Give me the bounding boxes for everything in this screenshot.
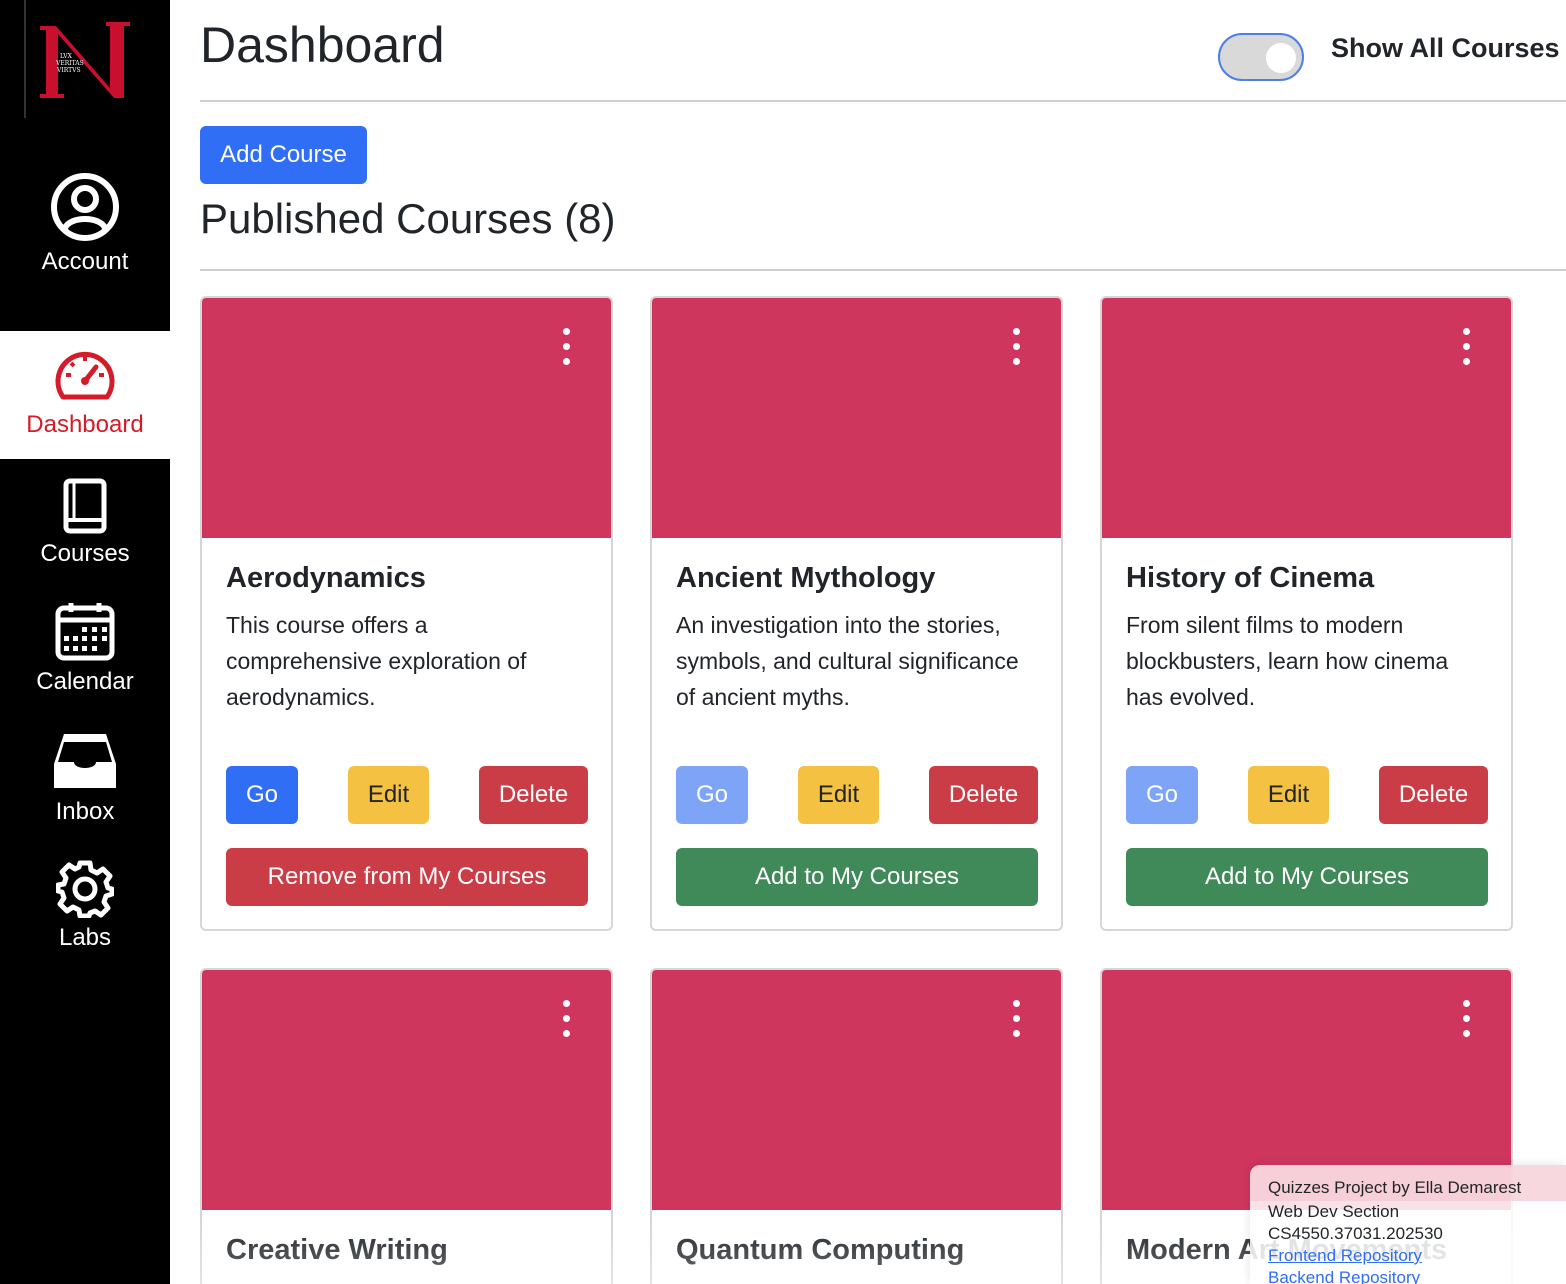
account-circle-icon <box>51 173 119 241</box>
sidebar-item-account[interactable]: Account <box>0 172 170 300</box>
add-course-button[interactable]: Add Course <box>200 126 367 184</box>
course-card: Aerodynamics This course offers a compre… <box>200 296 613 931</box>
edit-button[interactable]: Edit <box>348 766 429 824</box>
delete-button[interactable]: Delete <box>1379 766 1488 824</box>
course-description: This course offers a comprehensive explo… <box>226 612 527 710</box>
delete-button[interactable]: Delete <box>479 766 588 824</box>
header-divider <box>200 100 1566 102</box>
course-title[interactable]: Creative Writing <box>226 1234 587 1267</box>
more-options-icon[interactable] <box>561 1000 571 1038</box>
course-description: An investigation into the stories, symbo… <box>676 612 1019 710</box>
sidebar-item-label: Courses <box>40 540 130 567</box>
delete-button[interactable]: Delete <box>929 766 1038 824</box>
add-to-my-courses-button[interactable]: Add to My Courses <box>676 848 1038 906</box>
course-title[interactable]: Quantum Computing <box>676 1234 1037 1267</box>
course-card: Creative Writing <box>200 968 613 1284</box>
calendar-icon <box>55 603 115 661</box>
gear-icon <box>56 860 114 918</box>
toggle-knob <box>1266 43 1296 73</box>
sidebar-item-calendar[interactable]: Calendar <box>0 602 170 702</box>
more-options-icon[interactable] <box>1011 1000 1021 1038</box>
go-button[interactable]: Go <box>1126 766 1198 824</box>
course-card: History of Cinema From silent films to m… <box>1100 296 1513 931</box>
frontend-repo-link[interactable]: Frontend Repository <box>1268 1245 1548 1267</box>
remove-from-my-courses-button[interactable]: Remove from My Courses <box>226 848 588 906</box>
sidebar-item-label: Calendar <box>36 668 134 695</box>
sidebar-item-dashboard[interactable]: Dashboard <box>0 331 170 459</box>
page-title: Dashboard <box>200 17 445 73</box>
sidebar-item-labs[interactable]: Labs <box>0 860 170 960</box>
published-courses-heading: Published Courses (8) <box>200 195 616 242</box>
svg-text:VERITAS: VERITAS <box>55 60 84 67</box>
sidebar-nav: LVX VERITAS VIRTVS Account Dashboard Cou… <box>0 0 170 1284</box>
edit-button[interactable]: Edit <box>1248 766 1329 824</box>
sidebar-item-inbox[interactable]: Inbox <box>0 730 170 830</box>
project-credit: Quizzes Project by Ella Demarest <box>1268 1178 1522 1197</box>
project-info-header: Quizzes Project by Ella Demarest <box>1250 1165 1566 1201</box>
more-options-icon[interactable] <box>1011 328 1021 366</box>
add-to-my-courses-button[interactable]: Add to My Courses <box>1126 848 1488 906</box>
course-card: Quantum Computing <box>650 968 1063 1284</box>
course-banner[interactable] <box>652 298 1061 538</box>
go-button[interactable]: Go <box>676 766 748 824</box>
course-banner[interactable] <box>202 298 611 538</box>
speedometer-icon <box>55 351 115 400</box>
course-title[interactable]: Ancient Mythology <box>676 562 1037 595</box>
project-info-panel: Quizzes Project by Ella Demarest Web Dev… <box>1250 1165 1566 1284</box>
sidebar-item-label: Inbox <box>55 798 115 825</box>
inbox-icon <box>54 734 116 788</box>
sidebar-item-courses[interactable]: Courses <box>0 478 170 578</box>
show-all-courses-label: Show All Courses <box>1331 33 1560 63</box>
sidebar-item-label: Dashboard <box>26 411 144 438</box>
course-title[interactable]: Aerodynamics <box>226 562 587 595</box>
sidebar-item-label: Account <box>41 248 129 275</box>
course-banner[interactable] <box>652 970 1061 1210</box>
course-title[interactable]: History of Cinema <box>1126 562 1487 595</box>
book-icon <box>63 478 107 534</box>
more-options-icon[interactable] <box>1461 328 1471 366</box>
edit-button[interactable]: Edit <box>798 766 879 824</box>
course-description: From silent films to modern blockbusters… <box>1126 612 1449 710</box>
more-options-icon[interactable] <box>561 328 571 366</box>
course-code: CS4550.37031.202530 <box>1268 1224 1443 1243</box>
more-options-icon[interactable] <box>1461 1000 1471 1038</box>
course-card: Ancient Mythology An investigation into … <box>650 296 1063 931</box>
section-name: Web Dev Section <box>1268 1202 1400 1221</box>
university-logo[interactable]: LVX VERITAS VIRTVS <box>24 0 136 118</box>
sidebar-item-label: Labs <box>58 924 112 951</box>
svg-text:VIRTVS: VIRTVS <box>56 67 81 74</box>
svg-text:LVX: LVX <box>60 53 73 60</box>
course-banner[interactable] <box>202 970 611 1210</box>
course-banner[interactable] <box>1102 298 1511 538</box>
section-divider <box>200 269 1566 271</box>
go-button[interactable]: Go <box>226 766 298 824</box>
show-all-courses-toggle[interactable] <box>1218 33 1304 81</box>
backend-repo-link[interactable]: Backend Repository <box>1268 1267 1548 1284</box>
northeastern-n-logo-icon: LVX VERITAS VIRTVS <box>40 22 130 98</box>
